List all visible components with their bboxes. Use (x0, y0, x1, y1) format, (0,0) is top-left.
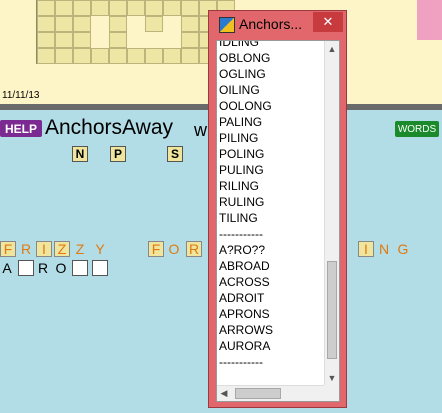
grid-cell (37, 16, 55, 32)
rack-tile[interactable]: P (110, 146, 126, 162)
horizontal-scrollbar[interactable]: ◀ ▶ (217, 385, 339, 401)
word-list-item[interactable]: ACROSS (219, 274, 327, 290)
date-label: 11/11/13 (2, 90, 40, 101)
grid-cell (37, 48, 55, 64)
word-letter: Z (75, 241, 85, 257)
grid-cell (127, 32, 145, 48)
grid-cell (73, 16, 91, 32)
vertical-scroll-thumb[interactable] (327, 261, 337, 359)
word-list-item[interactable]: OILING (219, 82, 327, 98)
guess-letter: R (37, 260, 49, 276)
crossword-grid (36, 0, 237, 64)
grid-cell (109, 16, 127, 32)
word-tile: Z (54, 241, 70, 257)
word-list-window[interactable]: Anchors... ✕ IDLING OBLONG OGLING OILING OOL… (208, 10, 347, 408)
word-list-item[interactable]: ARROWS (219, 322, 327, 338)
grid-cell (109, 0, 127, 16)
grid-cell (109, 32, 127, 48)
scroll-down-icon[interactable]: ▼ (325, 370, 339, 385)
word-list-item[interactable]: ----------- (219, 226, 327, 242)
guess-slot[interactable] (72, 260, 88, 276)
grid-cell (127, 0, 145, 16)
grid-cell (181, 32, 199, 48)
grid-cell (181, 16, 199, 32)
word-list-item[interactable]: PULING (219, 162, 327, 178)
word-tile: F (0, 241, 16, 257)
grid-cell (73, 48, 91, 64)
grid-cell (181, 48, 199, 64)
word-letter: R (20, 241, 32, 257)
guess-slot[interactable] (92, 260, 108, 276)
word-list-item[interactable]: OBLONG (219, 50, 327, 66)
word-list-item[interactable]: AURORA (219, 338, 327, 354)
scroll-up-icon[interactable]: ▲ (325, 41, 339, 56)
grid-cell (145, 16, 163, 32)
grid-cell (145, 48, 163, 64)
grid-cell (163, 48, 181, 64)
grid-cell (145, 0, 163, 16)
grid-cell (37, 0, 55, 16)
word-list-item[interactable]: RILING (219, 178, 327, 194)
grid-cell (91, 0, 109, 16)
word-letter: G (397, 241, 409, 257)
grid-cell (127, 48, 145, 64)
size-grip (324, 385, 339, 401)
app-icon (219, 17, 235, 33)
word-listbox[interactable]: IDLING OBLONG OGLING OILING OOLONG PALING PILI… (216, 40, 340, 402)
close-button[interactable]: ✕ (313, 12, 343, 32)
word-list-item[interactable]: RULING (219, 194, 327, 210)
word-list: IDLING OBLONG OGLING OILING OOLONG PALING PILI… (219, 41, 327, 370)
game-title: AnchorsAway (45, 116, 174, 139)
word-list-item[interactable]: IDLING (219, 41, 327, 50)
grid-cell (73, 0, 91, 16)
grid-cell (91, 32, 109, 48)
grid-cell (55, 16, 73, 32)
guess-letter: A (2, 260, 12, 276)
scroll-left-icon[interactable]: ◀ (217, 386, 231, 401)
guess-letter: O (55, 260, 67, 276)
word-tile: R (186, 241, 202, 257)
grid-cell (55, 0, 73, 16)
grid-cell (55, 32, 73, 48)
word-list-item[interactable]: POLING (219, 146, 327, 162)
window-title: Anchors... (239, 16, 303, 32)
word-list-item[interactable]: PILING (219, 130, 327, 146)
horizontal-scroll-thumb[interactable] (235, 388, 281, 399)
grid-cell (163, 32, 181, 48)
grid-cell (91, 16, 109, 32)
corner-panel (417, 0, 442, 40)
help-button[interactable]: HELP (0, 120, 42, 137)
word-list-item[interactable]: OOLONG (219, 98, 327, 114)
word-list-item[interactable]: OGLING (219, 66, 327, 82)
game-title-tail: w (194, 120, 207, 140)
grid-cell (181, 0, 199, 16)
grid-cell (73, 32, 91, 48)
rack-tile[interactable]: S (167, 146, 183, 162)
grid-cell (109, 48, 127, 64)
words-button[interactable]: WORDS (395, 121, 439, 137)
word-list-item[interactable]: ----------- (219, 354, 327, 370)
word-list-item[interactable]: ADROIT (219, 290, 327, 306)
word-list-item[interactable]: A?RO?? (219, 242, 327, 258)
word-letter: O (168, 241, 180, 257)
guess-slot[interactable] (18, 260, 34, 276)
word-tile: I (36, 241, 52, 257)
word-tile: F (148, 241, 164, 257)
grid-cell (163, 0, 181, 16)
word-list-item[interactable]: TILING (219, 210, 327, 226)
word-list-item[interactable]: ABROAD (219, 258, 327, 274)
word-list-item[interactable]: APRONS (219, 306, 327, 322)
rack-tile[interactable]: N (72, 146, 88, 162)
word-letter: N (378, 241, 390, 257)
grid-cell (55, 48, 73, 64)
grid-cell (163, 16, 181, 32)
grid-cell (91, 48, 109, 64)
word-tile: I (358, 241, 374, 257)
vertical-scrollbar[interactable]: ▲ ▼ (324, 41, 339, 385)
word-list-item[interactable]: PALING (219, 114, 327, 130)
grid-cell (37, 32, 55, 48)
grid-cell (127, 16, 145, 32)
word-letter: Y (95, 241, 105, 257)
grid-cell (145, 32, 163, 48)
